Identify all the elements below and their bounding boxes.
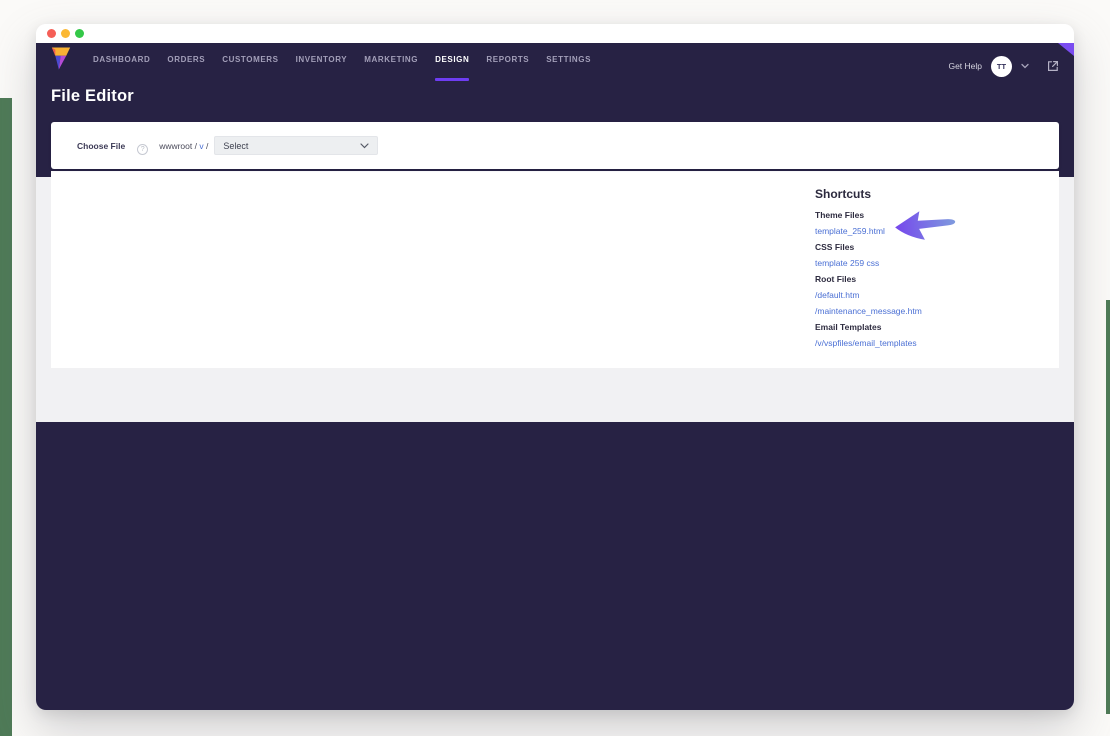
zoom-window-button[interactable]: [75, 29, 84, 38]
nav-item-dashboard[interactable]: DASHBOARD: [93, 44, 150, 72]
page-background-edge: [1106, 300, 1110, 714]
nav-item-customers[interactable]: CUSTOMERS: [222, 44, 278, 72]
nav-item-orders[interactable]: ORDERS: [167, 44, 205, 72]
get-help-link[interactable]: Get Help: [948, 61, 982, 71]
active-tab-underline: [435, 78, 469, 81]
shortcut-link-template-html[interactable]: template_259.html: [815, 223, 1040, 239]
volusion-logo-icon[interactable]: [50, 45, 72, 72]
window-titlebar: [36, 24, 1074, 43]
file-select-dropdown[interactable]: Select: [214, 136, 378, 155]
shortcuts-panel: Shortcuts Theme Files template_259.html …: [815, 187, 1040, 351]
breadcrumb: wwwroot / v /: [159, 141, 208, 151]
content-panel: Shortcuts Theme Files template_259.html …: [51, 171, 1059, 368]
corner-accent-decoration: [1058, 43, 1074, 56]
shortcut-link-default-htm[interactable]: /default.htm: [815, 287, 1040, 303]
nav-item-inventory[interactable]: INVENTORY: [296, 44, 348, 72]
nav-item-reports[interactable]: REPORTS: [486, 44, 529, 72]
shortcut-group-email-templates: Email Templates: [815, 319, 1040, 335]
close-window-button[interactable]: [47, 29, 56, 38]
file-select-value: Select: [223, 141, 248, 151]
choose-file-label: Choose File: [77, 141, 125, 151]
shortcut-group-root-files: Root Files: [815, 271, 1040, 287]
shortcut-link-maintenance-htm[interactable]: /maintenance_message.htm: [815, 303, 1040, 319]
shortcut-link-email-templates[interactable]: /v/vspfiles/email_templates: [815, 335, 1040, 351]
shortcut-group-theme-files: Theme Files: [815, 207, 1040, 223]
breadcrumb-root: wwwroot /: [159, 141, 199, 151]
footer-section: [36, 422, 1074, 710]
page-title: File Editor: [51, 87, 134, 106]
minimize-window-button[interactable]: [61, 29, 70, 38]
primary-nav: DASHBOARD ORDERS CUSTOMERS INVENTORY MAR…: [93, 43, 591, 73]
shortcut-link-template-css[interactable]: template 259 css: [815, 255, 1040, 271]
choose-file-bar: Choose File ? wwwroot / v / Select: [51, 122, 1059, 169]
app-window: DASHBOARD ORDERS CUSTOMERS INVENTORY MAR…: [36, 24, 1074, 710]
shortcuts-title: Shortcuts: [815, 187, 1040, 201]
header-right-cluster: Get Help TT: [948, 43, 1060, 89]
shortcut-group-css-files: CSS Files: [815, 239, 1040, 255]
nav-item-marketing[interactable]: MARKETING: [364, 44, 418, 72]
nav-item-design-label: DESIGN: [435, 55, 469, 64]
page-background-edge: [0, 98, 12, 736]
help-icon[interactable]: ?: [137, 144, 148, 155]
external-link-icon[interactable]: [1046, 59, 1060, 73]
chevron-down-icon[interactable]: [1021, 63, 1029, 69]
nav-item-settings[interactable]: SETTINGS: [546, 44, 591, 72]
breadcrumb-separator: /: [204, 141, 209, 151]
user-avatar[interactable]: TT: [991, 56, 1012, 77]
select-chevron-down-icon: [360, 143, 369, 149]
nav-item-design[interactable]: DESIGN: [435, 44, 469, 72]
